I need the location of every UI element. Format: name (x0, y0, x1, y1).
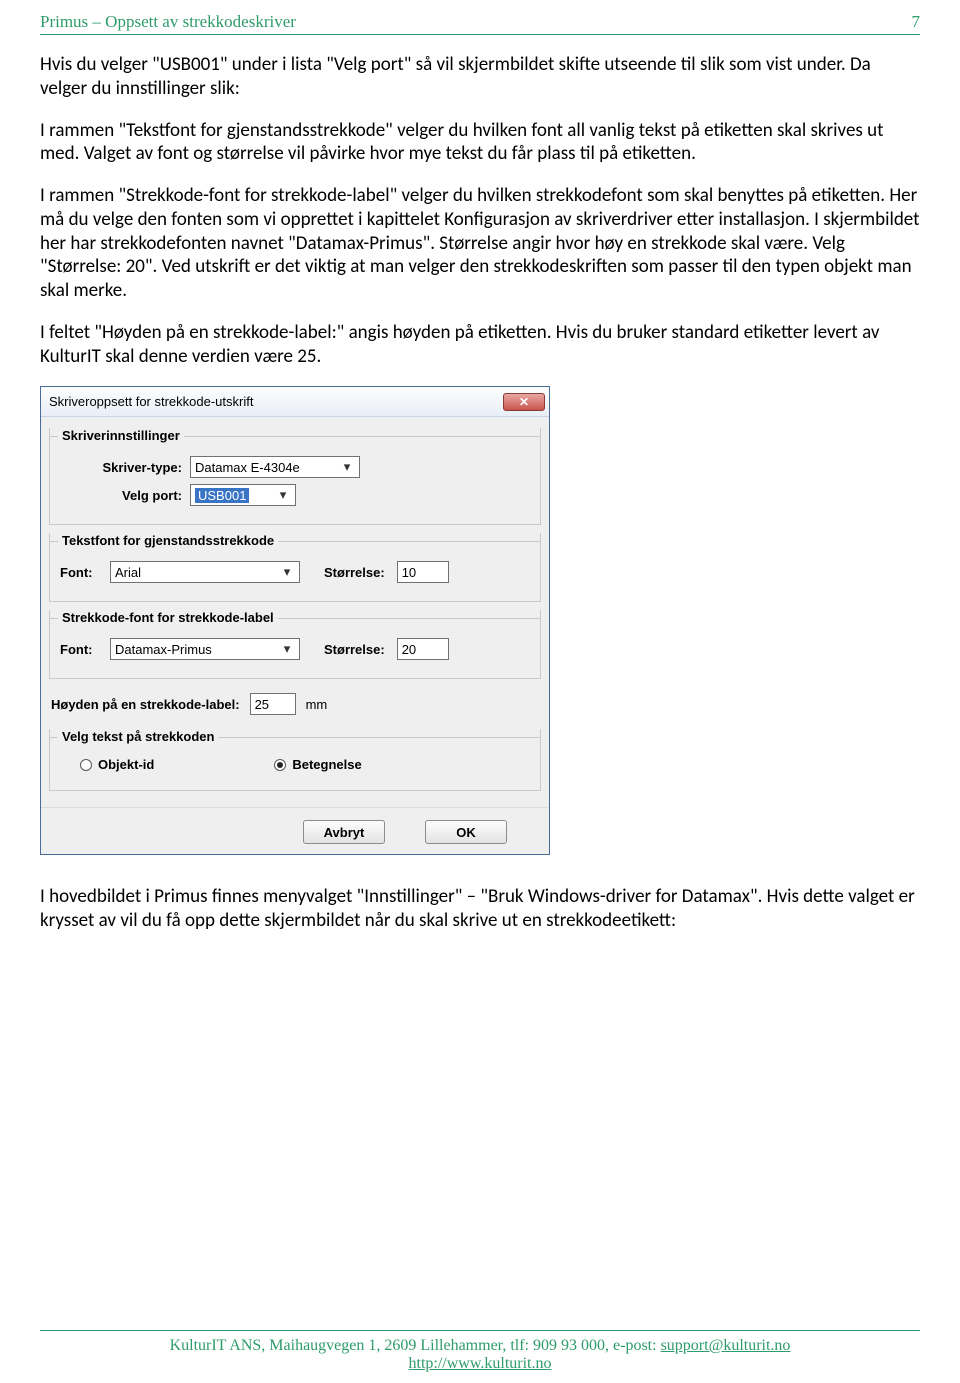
footer-rule (40, 1330, 920, 1331)
radio-betegnelse-label: Betegnelse (292, 757, 361, 772)
barcodefont-size-input[interactable]: 20 (397, 638, 449, 660)
group-skriverinnstillinger: Skriverinnstillinger Skriver-type: Datam… (49, 428, 541, 525)
paragraph-5: I hovedbildet i Primus finnes menyvalget… (40, 885, 920, 933)
radio-betegnelse[interactable]: Betegnelse (274, 757, 361, 772)
textfont-size-value: 10 (402, 565, 416, 580)
barcodefont-size-label: Størrelse: (324, 642, 385, 657)
label-height-input[interactable]: 25 (250, 693, 296, 715)
close-icon: ✕ (519, 395, 529, 409)
port-label: Velg port: (60, 488, 190, 503)
footer-text: KulturIT ANS, Maihaugvegen 1, 2609 Lille… (170, 1337, 661, 1354)
port-combo[interactable]: USB001 ▾ (190, 484, 296, 506)
textfont-size-input[interactable]: 10 (397, 561, 449, 583)
barcodefont-font-value: Datamax-Primus (115, 642, 212, 657)
textfont-font-combo[interactable]: Arial ▾ (110, 561, 300, 583)
textfont-font-label: Font: (60, 565, 110, 580)
label-height-label: Høyden på en strekkode-label: (51, 697, 240, 712)
barcodefont-size-value: 20 (402, 642, 416, 657)
body-text: Hvis du velger "USB001" under i lista "V… (40, 53, 920, 368)
page-footer: KulturIT ANS, Maihaugvegen 1, 2609 Lille… (40, 1330, 920, 1373)
header-title: Primus – Oppsett av strekkodeskriver (40, 12, 296, 32)
header-rule (40, 34, 920, 35)
radio-icon (274, 759, 286, 771)
barcodefont-font-label: Font: (60, 642, 110, 657)
chevron-down-icon: ▾ (339, 459, 355, 475)
page-number: 7 (912, 12, 921, 32)
radio-objekt-id-label: Objekt-id (98, 757, 154, 772)
footer-url: http://www.kulturit.no (40, 1355, 920, 1373)
legend-velg-tekst: Velg tekst på strekkoden (58, 729, 218, 744)
textfont-size-label: Størrelse: (324, 565, 385, 580)
chevron-down-icon: ▾ (279, 564, 295, 580)
group-strekkodefont: Strekkode-font for strekkode-label Font:… (49, 610, 541, 679)
close-button[interactable]: ✕ (503, 393, 545, 411)
printer-type-value: Datamax E-4304e (195, 460, 300, 475)
cancel-button[interactable]: Avbryt (303, 820, 385, 844)
barcodefont-font-combo[interactable]: Datamax-Primus ▾ (110, 638, 300, 660)
legend-tekstfont: Tekstfont for gjenstandsstrekkode (58, 533, 278, 548)
printer-type-combo[interactable]: Datamax E-4304e ▾ (190, 456, 360, 478)
chevron-down-icon: ▾ (279, 641, 295, 657)
label-height-unit: mm (306, 697, 328, 712)
paragraph-2: I rammen "Tekstfont for gjenstandsstrekk… (40, 119, 920, 167)
paragraph-4: I feltet "Høyden på en strekkode-label:"… (40, 321, 920, 369)
radio-objekt-id[interactable]: Objekt-id (80, 757, 154, 772)
group-velg-tekst: Velg tekst på strekkoden Objekt-id Beteg… (49, 729, 541, 791)
page-header: Primus – Oppsett av strekkodeskriver 7 (40, 12, 920, 34)
ok-button[interactable]: OK (425, 820, 507, 844)
footer-line1: KulturIT ANS, Maihaugvegen 1, 2609 Lille… (40, 1337, 920, 1355)
printer-setup-dialog: Skriveroppsett for strekkode-utskrift ✕ … (40, 386, 550, 855)
group-tekstfont: Tekstfont for gjenstandsstrekkode Font: … (49, 533, 541, 602)
paragraph-3: I rammen "Strekkode-font for strekkode-l… (40, 184, 920, 303)
chevron-down-icon: ▾ (275, 487, 291, 503)
legend-skriverinnstillinger: Skriverinnstillinger (58, 428, 184, 443)
textfont-font-value: Arial (115, 565, 141, 580)
paragraph-1: Hvis du velger "USB001" under i lista "V… (40, 53, 920, 101)
footer-email: support@kulturit.no (661, 1337, 791, 1354)
dialog-titlebar[interactable]: Skriveroppsett for strekkode-utskrift ✕ (41, 387, 549, 417)
radio-icon (80, 759, 92, 771)
printer-type-label: Skriver-type: (60, 460, 190, 475)
legend-strekkodefont: Strekkode-font for strekkode-label (58, 610, 278, 625)
label-height-value: 25 (255, 697, 269, 712)
body-text-2: I hovedbildet i Primus finnes menyvalget… (40, 885, 920, 933)
dialog-title: Skriveroppsett for strekkode-utskrift (49, 394, 253, 409)
port-value: USB001 (195, 488, 249, 503)
